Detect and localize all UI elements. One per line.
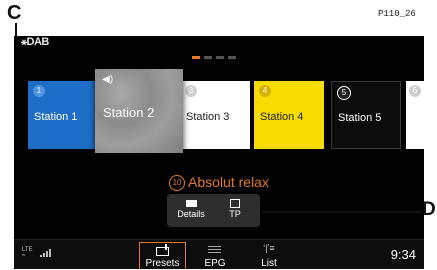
nav-list-button[interactable]: ʻ|ʼ≡ List xyxy=(247,242,291,269)
station-card-6[interactable]: 6 xyxy=(406,81,424,149)
nav-list-label: List xyxy=(261,258,277,269)
preset-number-badge: 1 xyxy=(33,85,45,97)
nav-presets-button[interactable]: Presets xyxy=(139,242,186,269)
dab-logo: ⚹DAB xyxy=(21,36,49,48)
preset-number-badge: 3 xyxy=(185,85,197,97)
nav-presets-label: Presets xyxy=(145,258,180,269)
page-dot xyxy=(216,56,224,59)
clock: 9:34 xyxy=(390,247,416,262)
signal-strength-icon xyxy=(40,249,51,257)
tp-checkbox-icon xyxy=(230,199,240,208)
preset-number-badge: 6 xyxy=(409,85,421,97)
list-icon: ʻ|ʼ≡ xyxy=(263,243,275,253)
lte-icon: LTE ≈ xyxy=(22,247,33,259)
details-button[interactable]: Details xyxy=(171,197,211,224)
nav-epg-label: EPG xyxy=(204,258,226,269)
details-label: Details xyxy=(177,209,205,219)
nav-epg-button[interactable]: EPG xyxy=(193,242,237,269)
page-dot xyxy=(204,56,212,59)
callout-label-c: C xyxy=(7,2,22,24)
station-card-4[interactable]: 4 Station 4 xyxy=(254,81,324,149)
tp-button[interactable]: TP xyxy=(215,197,255,224)
station-name: Station 1 xyxy=(34,111,78,123)
now-playing: 10 Absolut relax xyxy=(14,174,424,191)
now-playing-preset-number: 10 xyxy=(169,175,186,191)
presets-icon xyxy=(156,244,169,256)
tp-label: TP xyxy=(229,209,241,219)
station-name: Station 5 xyxy=(338,112,382,124)
station-name: Station 4 xyxy=(260,111,304,123)
details-icon xyxy=(185,200,197,207)
figure-code: P110_26 xyxy=(378,9,416,19)
action-pill: Details TP xyxy=(167,194,260,227)
preset-number-badge: 4 xyxy=(259,85,271,97)
bottom-bar: LTE ≈ Presets EPG ʻ|ʼ≡ List 9:34 xyxy=(14,239,424,269)
page-dot xyxy=(192,56,200,59)
station-name: Station 2 xyxy=(103,105,155,120)
preset-number-badge: 5 xyxy=(337,86,351,100)
station-card-3[interactable]: 3 Station 3 xyxy=(180,81,250,149)
station-name: Station 3 xyxy=(186,111,230,123)
page-indicator xyxy=(192,56,236,59)
callout-d-leader-line xyxy=(262,211,422,213)
station-card-2-active[interactable]: ◀) Station 2 xyxy=(95,69,183,153)
speaker-icon: ◀) xyxy=(102,74,114,85)
callout-c-leader-line xyxy=(15,23,17,36)
now-playing-station-name: Absolut relax xyxy=(188,174,269,190)
callout-label-d: D xyxy=(422,199,436,220)
page-dot xyxy=(228,56,236,59)
station-card-1[interactable]: 1 Station 1 xyxy=(28,81,98,149)
radio-screen: ⚹DAB 1 Station 1 3 Station 3 4 Station 4… xyxy=(14,36,424,269)
epg-icon xyxy=(208,246,221,255)
station-card-5[interactable]: 5 Station 5 xyxy=(331,81,401,149)
